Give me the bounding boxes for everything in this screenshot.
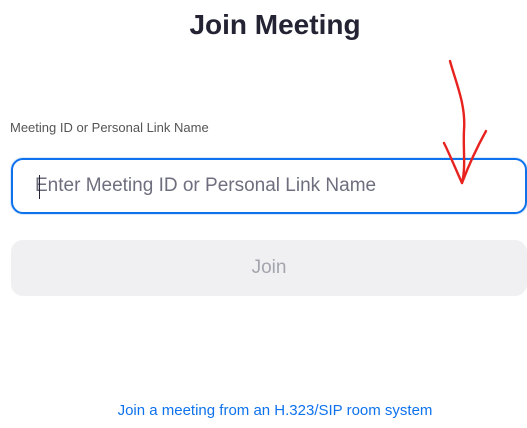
sip-room-system-link[interactable]: Join a meeting from an H.323/SIP room sy…: [0, 402, 527, 419]
meeting-id-label: Meeting ID or Personal Link Name: [10, 120, 209, 135]
page-title: Join Meeting: [189, 9, 361, 40]
meeting-id-input[interactable]: [35, 166, 515, 206]
text-caret: [39, 175, 40, 199]
join-button[interactable]: Join: [11, 240, 527, 296]
meeting-id-field[interactable]: [11, 158, 527, 214]
